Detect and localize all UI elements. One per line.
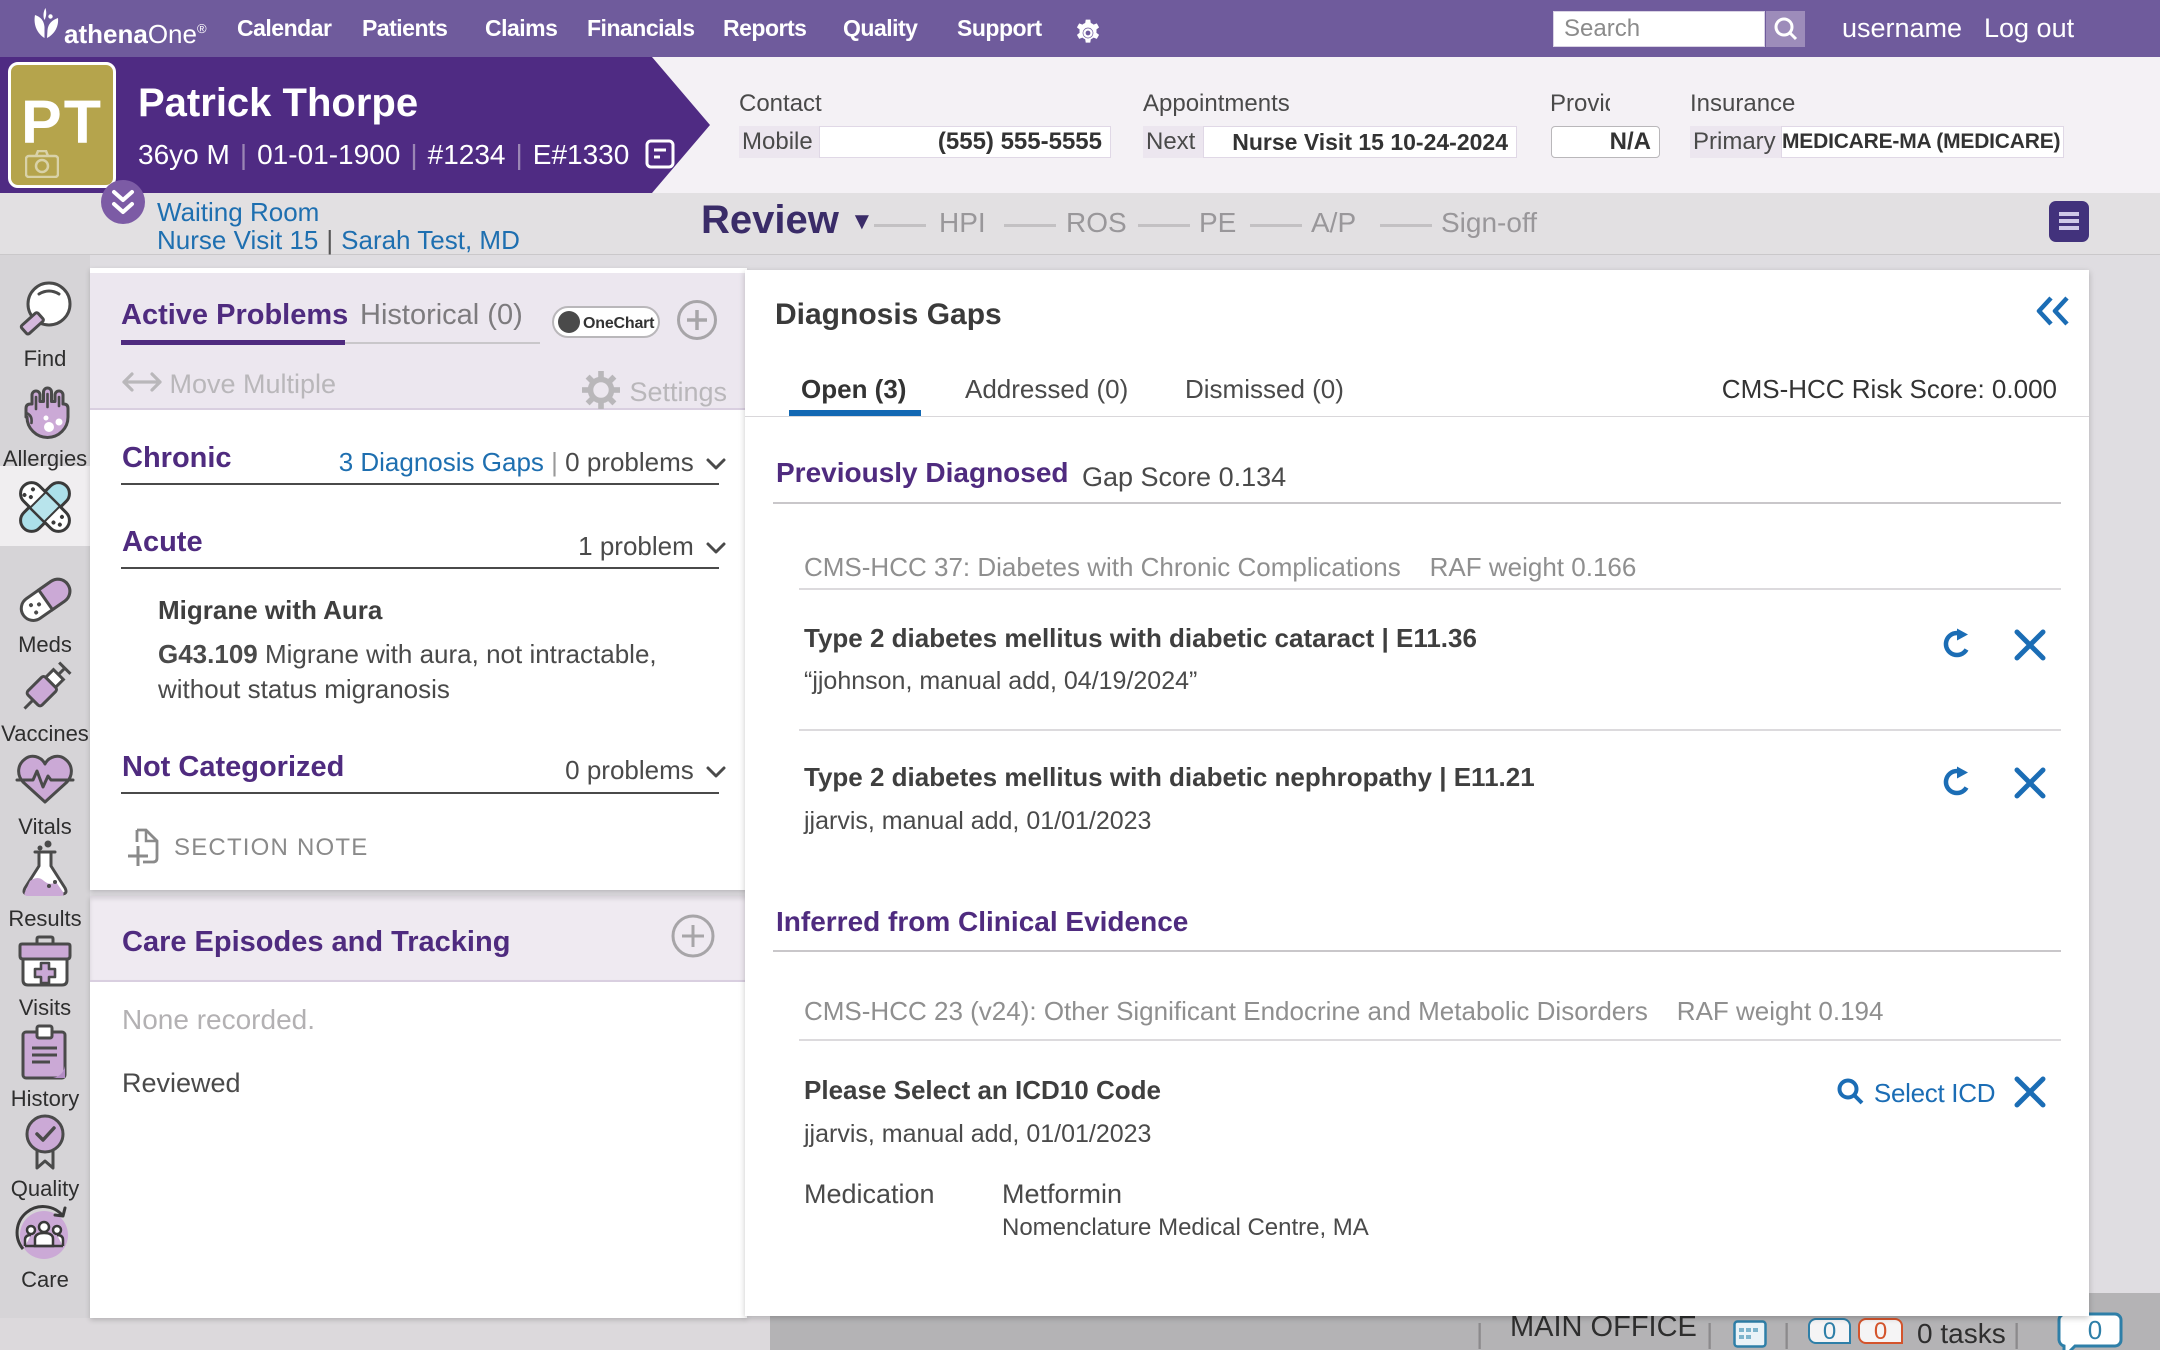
svg-text:0: 0 [2088, 1315, 2102, 1345]
